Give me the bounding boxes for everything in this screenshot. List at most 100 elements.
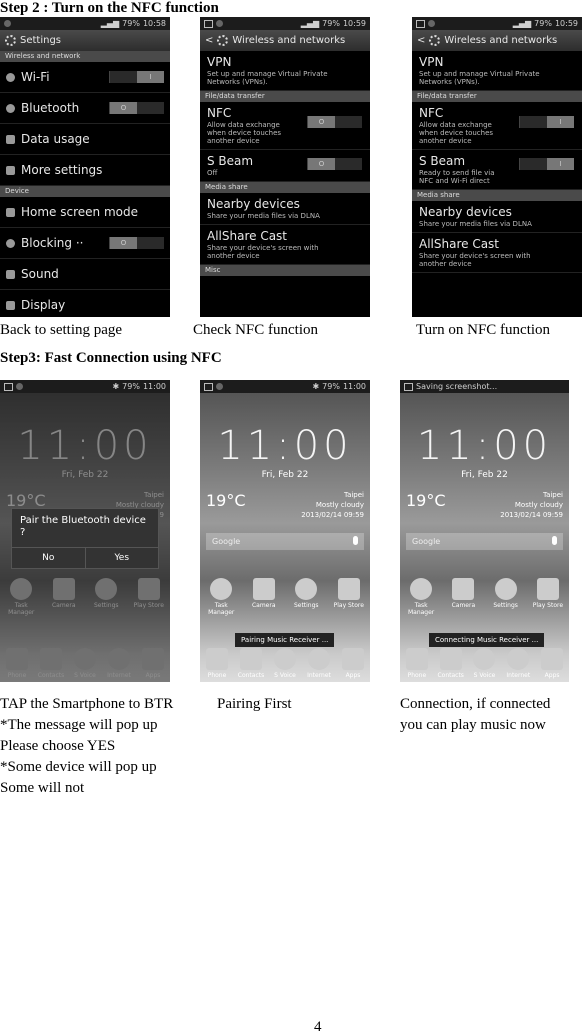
nfc-off-screenshot: ▂▄▆ 79% 10:59 < Wireless and networks VP… <box>200 17 370 317</box>
caption-connection: Connection, if connected you can play mu… <box>400 694 550 736</box>
wifi-icon <box>6 72 15 82</box>
app-settings[interactable]: Settings <box>88 578 124 616</box>
action-bar[interactable]: < Wireless and networks <box>412 30 582 51</box>
screenshot-icon <box>204 382 213 391</box>
blocking-toggle[interactable]: O <box>109 237 164 249</box>
action-bar[interactable]: < Wireless and networks <box>200 30 370 51</box>
app-play-store[interactable]: Play Store <box>331 578 367 616</box>
app-phone[interactable]: Phone <box>200 648 234 679</box>
settings-item-data-usage[interactable]: Data usage <box>0 124 170 155</box>
app-task-manager[interactable]: Task Manager <box>203 578 239 616</box>
caption-pairing-first: Pairing First <box>217 694 292 715</box>
no-button[interactable]: No <box>12 548 85 568</box>
yes-button[interactable]: Yes <box>84 548 159 568</box>
allshare-cast-item[interactable]: AllShare Cast Share your device's screen … <box>412 233 582 273</box>
wifi-toggle[interactable]: I <box>109 71 164 83</box>
clock-widget: 11:00 <box>217 423 353 469</box>
app-play-store[interactable]: Play Store <box>131 578 167 616</box>
item-title: AllShare Cast <box>419 237 500 251</box>
step2-heading: Step 2 : Turn on the NFC function <box>0 0 219 16</box>
settings-item-display[interactable]: Display <box>0 290 170 317</box>
app-task-manager[interactable]: Task Manager <box>3 578 39 616</box>
app-s-voice[interactable]: S Voice <box>68 648 102 679</box>
city: Taipei <box>143 491 164 499</box>
section-header: Media share <box>412 190 582 201</box>
nearby-devices-item[interactable]: Nearby devices Share your media files via… <box>412 201 582 233</box>
status-bar: Saving screenshot... <box>400 380 569 393</box>
google-search-bar[interactable]: Google <box>406 533 563 550</box>
section-header: Wireless and network <box>0 51 170 62</box>
s-beam-toggle[interactable]: I <box>519 158 574 170</box>
app-camera[interactable]: Camera <box>46 578 82 616</box>
s-beam-toggle[interactable]: O <box>307 158 362 170</box>
nfc-toggle[interactable]: O <box>307 116 362 128</box>
status-bar: ▂▄▆ 79% 10:58 <box>0 17 170 30</box>
item-label: Data usage <box>21 132 90 146</box>
updated-time: 2013/02/14 09:59 <box>301 511 364 519</box>
item-title: VPN <box>207 55 232 69</box>
item-title: VPN <box>419 55 444 69</box>
clock-widget: 11:00 <box>416 423 553 469</box>
signal-icon: ▂▄▆ <box>100 19 120 28</box>
mic-icon[interactable] <box>552 536 557 545</box>
item-label: Sound <box>21 267 59 281</box>
s-beam-item[interactable]: S Beam Off O <box>200 150 370 182</box>
caption-line: Please choose YES <box>0 738 116 754</box>
settings-item-blocking[interactable]: Blocking ·· O <box>0 228 170 259</box>
settings-item-sound[interactable]: Sound <box>0 259 170 290</box>
bluetooth-status-icon: ✱ <box>112 382 120 391</box>
app-apps[interactable]: Apps <box>336 648 370 679</box>
app-phone[interactable]: Phone <box>0 648 34 679</box>
settings-item-bluetooth[interactable]: Bluetooth O <box>0 93 170 124</box>
item-label: Blocking ·· <box>21 236 84 250</box>
home-wallpaper: 11:00 Fri, Feb 22 19°C Taipei Mostly clou… <box>200 393 370 682</box>
app-contacts[interactable]: Contacts <box>34 648 68 679</box>
nfc-toggle[interactable]: I <box>519 116 574 128</box>
item-desc: Share your device's screen with another … <box>207 244 319 260</box>
nfc-item[interactable]: NFC Allow data exchange when device touch… <box>412 102 582 150</box>
back-chevron-icon[interactable]: < <box>417 35 425 46</box>
bluetooth-toggle[interactable]: O <box>109 102 164 114</box>
nfc-item[interactable]: NFC Allow data exchange when device touch… <box>200 102 370 150</box>
nearby-devices-item[interactable]: Nearby devices Share your media files via… <box>200 193 370 225</box>
allshare-cast-item[interactable]: AllShare Cast Share your device's screen … <box>200 225 370 265</box>
mic-icon[interactable] <box>353 536 358 545</box>
app-camera[interactable]: Camera <box>445 578 481 616</box>
settings-item-home-screen-mode[interactable]: Home screen mode <box>0 197 170 228</box>
section-header: File/data transfer <box>200 91 370 102</box>
back-chevron-icon[interactable]: < <box>205 35 213 46</box>
app-contacts[interactable]: Contacts <box>434 648 468 679</box>
app-s-voice[interactable]: S Voice <box>468 648 502 679</box>
google-search-bar[interactable]: Google <box>206 533 364 550</box>
dock: Phone Contacts S Voice Internet Apps <box>200 648 370 679</box>
app-s-voice[interactable]: S Voice <box>268 648 302 679</box>
signal-icon: ▂▄▆ <box>300 19 320 28</box>
screenshot-icon <box>404 382 413 391</box>
app-apps[interactable]: Apps <box>136 648 170 679</box>
settings-item-wifi[interactable]: Wi-Fi I <box>0 62 170 93</box>
app-settings[interactable]: Settings <box>488 578 524 616</box>
vpn-item[interactable]: VPN Set up and manage Virtual Private Net… <box>200 51 370 91</box>
section-header: Media share <box>200 182 370 193</box>
settings-screenshot: ▂▄▆ 79% 10:58 Settings Wireless and netw… <box>0 17 170 317</box>
app-internet[interactable]: Internet <box>501 648 535 679</box>
caption-line: *Some device will pop up <box>0 759 157 775</box>
app-apps[interactable]: Apps <box>535 648 569 679</box>
app-settings[interactable]: Settings <box>288 578 324 616</box>
home-wallpaper: 11:00 Fri, Feb 22 19°C Taipei Mostly clou… <box>400 393 569 682</box>
settings-item-more-settings[interactable]: More settings <box>0 155 170 186</box>
s-beam-item[interactable]: S Beam Ready to send file via NFC and Wi-… <box>412 150 582 190</box>
vpn-item[interactable]: VPN Set up and manage Virtual Private Net… <box>412 51 582 91</box>
app-internet[interactable]: Internet <box>102 648 136 679</box>
section-header: File/data transfer <box>412 91 582 102</box>
app-contacts[interactable]: Contacts <box>234 648 268 679</box>
app-task-manager[interactable]: Task Manager <box>403 578 439 616</box>
app-internet[interactable]: Internet <box>302 648 336 679</box>
app-phone[interactable]: Phone <box>400 648 434 679</box>
pair-bluetooth-dialog: Pair the Bluetooth device ? No Yes <box>11 508 159 569</box>
status-time: 10:59 <box>342 19 366 28</box>
app-play-store[interactable]: Play Store <box>530 578 566 616</box>
app-camera[interactable]: Camera <box>246 578 282 616</box>
display-icon <box>6 300 15 310</box>
city: Taipei <box>542 491 563 499</box>
